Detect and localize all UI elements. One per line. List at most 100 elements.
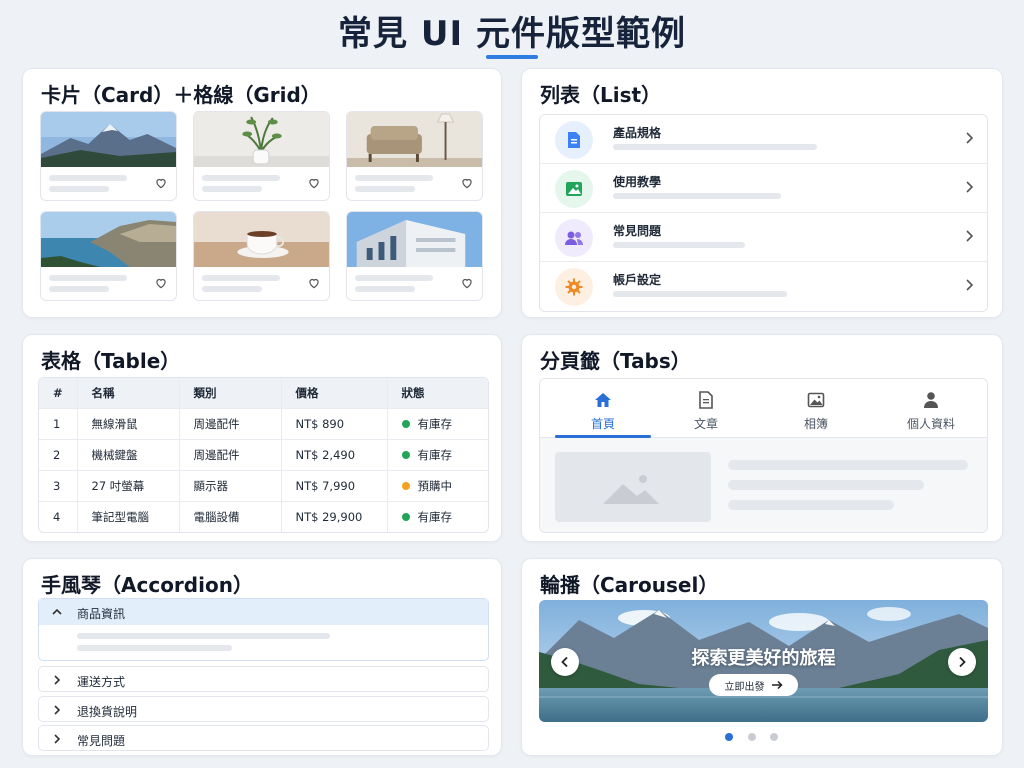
text-placeholder <box>49 175 127 181</box>
list-item-label: 產品規格 <box>613 126 662 140</box>
heart-icon[interactable] <box>460 176 474 190</box>
tab-label: 相簿 <box>803 417 828 431</box>
status-dot <box>401 451 410 459</box>
column-header[interactable]: 價格 <box>281 378 388 408</box>
text-placeholder <box>202 286 262 292</box>
carousel-title: 輪播（Carousel） <box>540 573 719 597</box>
carousel-slide[interactable]: 探索更美好的旅程 立即出發 <box>539 600 988 722</box>
building-image <box>347 212 482 267</box>
text-placeholder <box>49 275 127 281</box>
accordion-header[interactable]: 商品資訊 <box>39 599 488 625</box>
users-icon <box>555 219 593 257</box>
cell-price: NT$ 890 <box>281 407 388 439</box>
column-header[interactable]: # <box>39 378 78 408</box>
accordion-header[interactable]: 運送方式 <box>39 667 488 693</box>
card-grid-panel: 卡片（Card）＋格線（Grid） <box>22 68 502 318</box>
tab-album[interactable]: 相簿 <box>768 379 864 437</box>
heart-icon[interactable] <box>154 176 168 190</box>
gear-icon <box>555 268 593 306</box>
table-row[interactable]: 1 無線滑鼠 周邊配件 NT$ 890 有庫存 <box>39 407 488 439</box>
text-placeholder <box>77 633 330 639</box>
accordion-title: 手風琴（Accordion） <box>41 573 253 597</box>
chevron-right-icon <box>966 230 974 242</box>
card-item[interactable] <box>40 111 177 201</box>
text-placeholder <box>202 175 280 181</box>
cell-category: 顯示器 <box>179 469 282 501</box>
text-placeholder <box>728 480 924 490</box>
carousel-panel: 輪播（Carousel） 探索更美好的旅程 立即出發 <box>521 558 1003 756</box>
status-dot <box>401 420 410 428</box>
card-item[interactable] <box>346 111 483 201</box>
table-row[interactable]: 2 機械鍵盤 周邊配件 NT$ 2,490 有庫存 <box>39 438 488 470</box>
accordion-header[interactable]: 退換貨說明 <box>39 697 488 723</box>
tab-home[interactable]: 首頁 <box>555 379 651 437</box>
accordion-label: 運送方式 <box>77 675 126 689</box>
heart-icon[interactable] <box>154 276 168 290</box>
table-title: 表格（Table） <box>41 349 181 373</box>
accordion-item-faq[interactable]: 常見問題 <box>38 725 489 751</box>
text-placeholder <box>728 500 894 510</box>
column-header[interactable]: 名稱 <box>77 378 180 408</box>
column-header[interactable]: 類別 <box>179 378 282 408</box>
tab-articles[interactable]: 文章 <box>658 379 754 437</box>
mountain-image <box>41 112 176 167</box>
status-text: 有庫存 <box>417 416 453 431</box>
table-row[interactable]: 3 27 吋螢幕 顯示器 NT$ 7,990 預購中 <box>39 469 488 501</box>
accordion-item-shipping[interactable]: 運送方式 <box>38 666 489 692</box>
arrow-right-icon <box>771 680 783 690</box>
list-item-account-settings[interactable]: 帳戶設定 <box>540 262 987 311</box>
title-underline <box>486 55 538 59</box>
tabs-panel: 分頁籤（Tabs） 首頁 文章 相簿 個人資料 <box>521 334 1003 542</box>
text-placeholder <box>613 242 745 248</box>
text-placeholder <box>202 275 280 281</box>
cell-number: 3 <box>39 469 78 501</box>
cell-category: 周邊配件 <box>179 407 282 439</box>
carousel-prev-button[interactable] <box>551 648 579 676</box>
chevron-right-icon <box>966 279 974 291</box>
document-icon <box>699 391 713 409</box>
tab-label: 首頁 <box>590 417 615 431</box>
table-row[interactable]: 4 筆記型電腦 電腦設備 NT$ 29,900 有庫存 <box>39 500 488 532</box>
chevron-right-icon <box>54 734 61 744</box>
image-icon <box>807 392 825 408</box>
cell-status: 有庫存 <box>387 500 488 532</box>
heart-icon[interactable] <box>307 276 321 290</box>
list-panel: 列表（List） 產品規格 使用教學 常見問題 帳戶設定 <box>521 68 1003 318</box>
text-placeholder <box>355 275 433 281</box>
coastline-image <box>41 212 176 267</box>
chevron-right-icon <box>959 656 966 668</box>
accordion-item-returns[interactable]: 退換貨說明 <box>38 696 489 722</box>
column-header[interactable]: 狀態 <box>387 378 488 408</box>
card-item[interactable] <box>346 211 483 301</box>
plant-vase-image <box>194 112 329 167</box>
chevron-left-icon <box>561 656 568 668</box>
heart-icon[interactable] <box>460 276 474 290</box>
tab-label: 文章 <box>693 417 718 431</box>
text-placeholder <box>355 175 433 181</box>
carousel-dot[interactable] <box>748 733 756 741</box>
list-item-label: 使用教學 <box>613 175 662 189</box>
carousel-dot[interactable] <box>770 733 778 741</box>
list-item-tutorial[interactable]: 使用教學 <box>540 164 987 213</box>
status-text: 有庫存 <box>417 509 453 524</box>
list-title: 列表（List） <box>540 83 662 107</box>
text-placeholder <box>77 645 232 651</box>
text-placeholder <box>613 144 817 150</box>
tab-profile[interactable]: 個人資料 <box>883 379 979 437</box>
card-item[interactable] <box>193 111 330 201</box>
tabs-container: 首頁 文章 相簿 個人資料 <box>539 378 988 533</box>
list-item-product-specs[interactable]: 產品規格 <box>540 115 987 164</box>
status-dot <box>401 482 410 490</box>
card-item[interactable] <box>40 211 177 301</box>
carousel-dot[interactable] <box>725 733 733 741</box>
accordion-header[interactable]: 常見問題 <box>39 726 488 752</box>
table-panel: 表格（Table） # 名稱 類別 價格 狀態 1 無線滑鼠 周邊配件 NT$ … <box>22 334 502 542</box>
carousel-caption: 探索更美好的旅程 <box>691 648 836 669</box>
card-item[interactable] <box>193 211 330 301</box>
carousel-cta-button[interactable]: 立即出發 <box>709 674 798 696</box>
tab-content <box>540 438 987 532</box>
carousel-next-button[interactable] <box>948 648 976 676</box>
cell-price: NT$ 2,490 <box>281 438 388 470</box>
heart-icon[interactable] <box>307 176 321 190</box>
list-item-faq[interactable]: 常見問題 <box>540 213 987 262</box>
